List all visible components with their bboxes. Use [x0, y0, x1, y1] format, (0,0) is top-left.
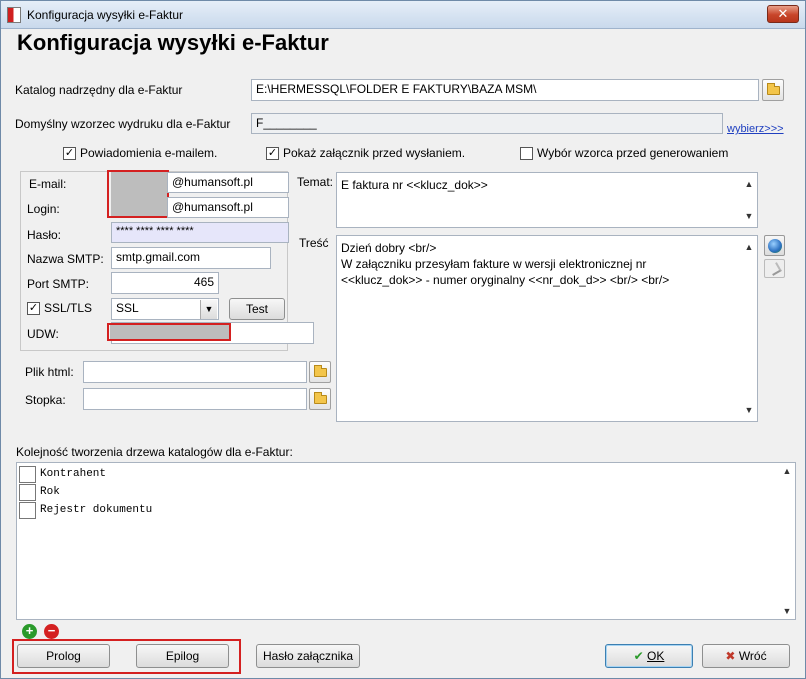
smtp-input[interactable]: smtp.gmail.com — [111, 247, 271, 269]
html-file-browse-button[interactable] — [309, 361, 331, 383]
body-line: Dzień dobry <br/> — [341, 241, 437, 255]
prolog-button[interactable]: Prolog — [17, 644, 110, 668]
ssl-select-value: SSL — [116, 301, 139, 315]
folder-icon — [314, 365, 327, 377]
list-item[interactable]: Kontrahent — [19, 465, 106, 483]
scroll-down-icon[interactable]: ▼ — [782, 606, 792, 616]
folder-icon — [314, 392, 327, 404]
login-domain-field[interactable]: @humansoft.pl — [167, 197, 289, 218]
show-attachment-label: Pokaż załącznik przed wysłaniem. — [283, 146, 466, 160]
catalog-label: Katalog nadrzędny dla e-Faktur — [15, 83, 183, 97]
checkbox-unchecked[interactable] — [19, 483, 36, 501]
email-notify-checkbox[interactable]: ✓ Powiadomienia e-mailem. — [63, 146, 217, 160]
html-file-label: Plik html: — [25, 365, 74, 379]
checkbox-checked[interactable]: ✓ — [266, 146, 279, 160]
window-title: Konfiguracja wysyłki e-Faktur — [27, 8, 184, 22]
choose-template-label: Wybór wzorca przed generowaniem — [537, 146, 729, 160]
folder-icon — [767, 83, 780, 95]
subject-scrollbar[interactable]: ▲ ▼ — [740, 173, 757, 227]
page-title: Konfiguracja wysyłki e-Faktur — [17, 30, 329, 55]
port-input[interactable]: 465 — [111, 272, 219, 294]
html-file-input[interactable] — [83, 361, 307, 383]
checkbox-unchecked[interactable] — [19, 465, 36, 483]
scroll-up-icon[interactable]: ▲ — [782, 466, 792, 476]
back-label: Wróć — [738, 649, 767, 663]
catalog-input[interactable]: E:\HERMESSQL\FOLDER E FAKTURY\BAZA MSM\ — [251, 79, 759, 101]
scroll-up-icon[interactable]: ▲ — [744, 239, 754, 255]
config-window: Konfiguracja wysyłki e-Faktur ✕ Konfigur… — [0, 0, 806, 679]
ok-label: OK — [647, 649, 665, 663]
body-textarea[interactable]: Dzień dobry <br/> W załączniku przesyłam… — [336, 235, 758, 422]
list-item-label: Rok — [40, 486, 60, 498]
ssl-select[interactable]: SSL ▼ — [111, 298, 219, 320]
email-domain-field[interactable]: @humansoft.pl — [167, 172, 289, 193]
body-label: Treść — [299, 236, 329, 250]
port-label: Port SMTP: — [27, 277, 90, 291]
choose-template-link[interactable]: wybierz>>> — [727, 123, 784, 135]
ok-button[interactable]: ✔ OK — [605, 644, 693, 668]
email-notify-label: Powiadomienia e-mailem. — [80, 146, 218, 160]
template-label: Domyślny wzorzec wydruku dla e-Faktur — [15, 117, 231, 131]
body-scrollbar[interactable]: ▲ ▼ — [740, 236, 757, 421]
close-icon: ✕ — [777, 6, 789, 21]
udw-label: UDW: — [27, 327, 59, 341]
tree-order-list[interactable]: Kontrahent Rok Rejestr dokumentu ▲ ▼ — [16, 462, 796, 620]
login-label: Login: — [27, 202, 60, 216]
smtp-label: Nazwa SMTP: — [27, 252, 104, 266]
attachment-password-button[interactable]: Hasło załącznika — [256, 644, 360, 668]
footer-file-label: Stopka: — [25, 393, 66, 407]
email-label: E-mail: — [29, 177, 67, 191]
pencil-icon — [768, 262, 782, 276]
add-icon[interactable]: + — [22, 624, 37, 639]
edit-button[interactable] — [764, 259, 785, 278]
list-item[interactable]: Rejestr dokumentu — [19, 501, 152, 519]
scroll-down-icon[interactable]: ▼ — [744, 208, 754, 224]
list-item[interactable]: Rok — [19, 483, 60, 501]
catalog-browse-button[interactable] — [762, 79, 784, 101]
checkbox-checked[interactable]: ✓ — [27, 301, 40, 315]
subject-input[interactable]: E faktura nr <<klucz_dok>> ▲ ▼ — [336, 172, 758, 228]
tree-scrollbar[interactable]: ▲ ▼ — [778, 463, 795, 619]
footer-file-browse-button[interactable] — [309, 388, 331, 410]
checkbox-checked[interactable]: ✓ — [63, 146, 76, 160]
tree-order-label: Kolejność tworzenia drzewa katalogów dla… — [16, 445, 293, 459]
close-button[interactable]: ✕ — [767, 5, 799, 23]
ssl-label: SSL/TLS — [44, 301, 93, 315]
epilog-button[interactable]: Epilog — [136, 644, 229, 668]
scroll-up-icon[interactable]: ▲ — [744, 176, 754, 192]
list-item-label: Kontrahent — [40, 468, 107, 480]
list-item-label: Rejestr dokumentu — [40, 504, 153, 516]
chevron-down-icon[interactable]: ▼ — [200, 300, 217, 319]
subject-value: E faktura nr <<klucz_dok>> — [341, 178, 488, 192]
checkbox-unchecked[interactable] — [520, 146, 533, 160]
back-button[interactable]: ✖ Wróć — [702, 644, 790, 668]
password-label: Hasło: — [27, 228, 62, 242]
template-input[interactable]: F________ — [251, 113, 723, 134]
cancel-icon: ✖ — [725, 649, 736, 663]
udw-highlight — [107, 323, 231, 341]
browser-preview-button[interactable] — [764, 235, 785, 256]
ssl-checkbox[interactable]: ✓ SSL/TLS — [27, 301, 92, 315]
checkbox-unchecked[interactable] — [19, 501, 36, 519]
body-line: W załączniku przesyłam fakture w wersji … — [341, 257, 647, 271]
email-highlight — [107, 170, 169, 218]
check-icon: ✔ — [633, 649, 644, 663]
body-line: <<klucz_dok>> - numer oryginalny <<nr_do… — [341, 273, 670, 287]
title-bar[interactable]: Konfiguracja wysyłki e-Faktur ✕ — [1, 1, 805, 29]
show-attachment-checkbox[interactable]: ✓ Pokaż załącznik przed wysłaniem. — [266, 146, 465, 160]
remove-icon[interactable]: − — [44, 624, 59, 639]
globe-icon — [768, 239, 782, 253]
app-icon — [7, 7, 21, 23]
scroll-down-icon[interactable]: ▼ — [744, 402, 754, 418]
password-input[interactable]: **** **** **** **** — [111, 222, 289, 243]
footer-file-input[interactable] — [83, 388, 307, 410]
test-button[interactable]: Test — [229, 298, 285, 320]
subject-label: Temat: — [297, 175, 334, 189]
choose-template-checkbox[interactable]: Wybór wzorca przed generowaniem — [520, 146, 728, 160]
